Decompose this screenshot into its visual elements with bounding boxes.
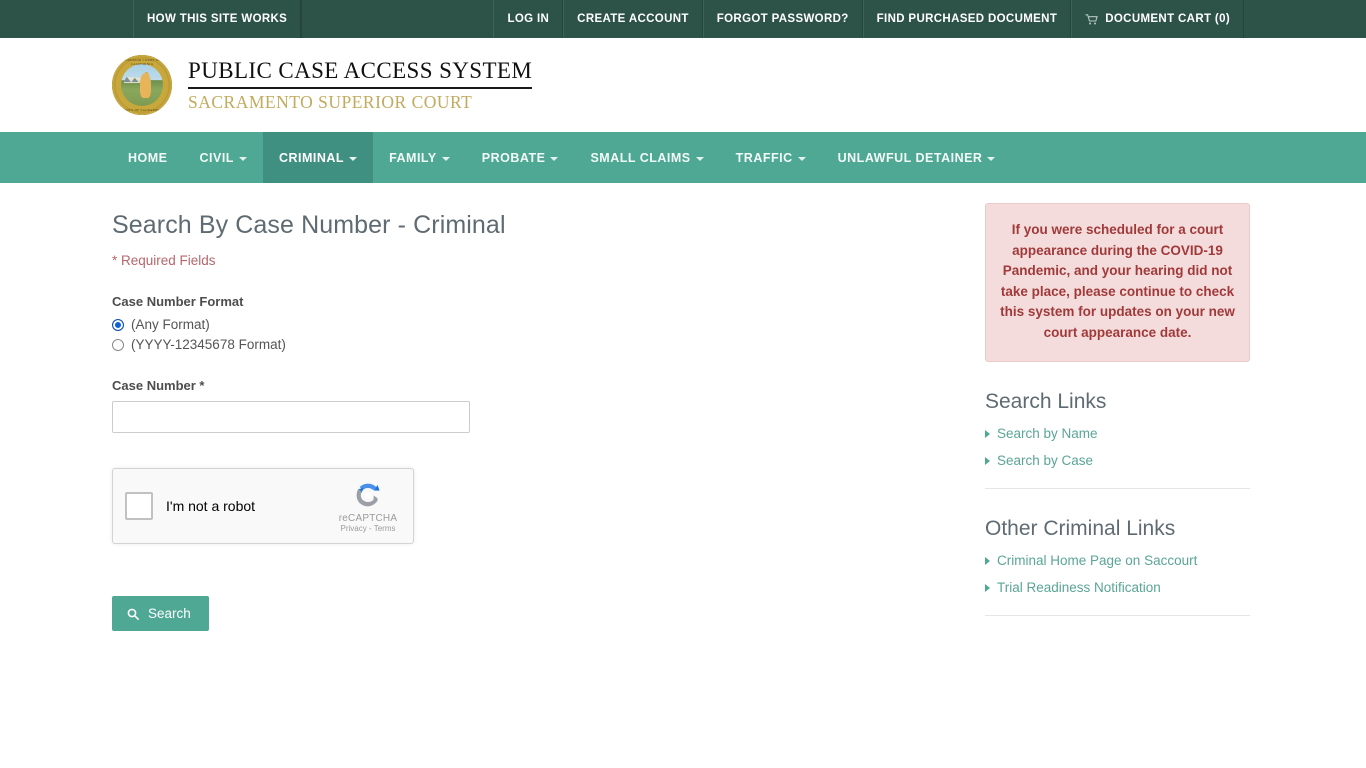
sidebar-link-label: Search by Case <box>997 453 1094 469</box>
sidebar: If you were scheduled for a court appear… <box>985 203 1250 631</box>
radio-any-format-input[interactable] <box>112 318 124 331</box>
topbar-link-label: LOG IN <box>507 13 550 25</box>
chevron-down-icon <box>797 156 806 161</box>
radio-yyyy-format-label: (YYYY-12345678 Format) <box>131 337 286 352</box>
case-number-label: Case Number * <box>112 378 205 393</box>
recaptcha-terms-line: Privacy - Terms <box>329 523 407 534</box>
cart-icon <box>1085 13 1099 25</box>
chevron-down-icon <box>441 156 450 161</box>
chevron-down-icon <box>550 156 559 161</box>
topbar-link-label: DOCUMENT CART (0) <box>1105 13 1230 25</box>
nav-item-traffic[interactable]: TRAFFIC <box>720 132 822 183</box>
topbar-link-label: CREATE ACCOUNT <box>577 13 689 25</box>
sidebar-section-title-search-links: Search Links <box>985 390 1107 414</box>
radio-any-format-label: (Any Format) <box>131 317 210 332</box>
sidebar-link-trial-readiness-notification[interactable]: Trial Readiness Notification <box>985 580 1250 595</box>
site-title-block: PUBLIC CASE ACCESS SYSTEM SACRAMENTO SUP… <box>188 58 533 112</box>
topbar-link-label: FORGOT PASSWORD? <box>716 13 849 25</box>
topbar-link-forgot-password[interactable]: FORGOT PASSWORD? <box>702 0 863 38</box>
sidebar-divider <box>985 488 1250 490</box>
nav-item-label: HOME <box>128 150 168 165</box>
triangle-bullet-icon <box>985 583 990 592</box>
recaptcha-branding: reCAPTCHA Privacy - Terms <box>329 479 407 534</box>
nav-item-home[interactable]: HOME <box>112 132 184 183</box>
topbar-link-document-cart[interactable]: DOCUMENT CART (0) <box>1071 0 1244 38</box>
nav-item-label: TRAFFIC <box>735 150 793 165</box>
nav-item-small-claims[interactable]: SMALL CLAIMS <box>574 132 719 183</box>
topbar-left-group: HOW THIS SITE WORKS <box>0 0 302 38</box>
chevron-down-icon <box>238 156 247 161</box>
topbar-link-find-purchased-document[interactable]: FIND PURCHASED DOCUMENT <box>862 0 1072 38</box>
chevron-down-icon <box>695 156 704 161</box>
seal-bottom-text: COUNTY OF SACRAMENTO <box>118 108 166 112</box>
topbar-link-label: FIND PURCHASED DOCUMENT <box>876 13 1058 25</box>
recaptcha-separator: - <box>368 523 372 533</box>
radio-option-any-format[interactable]: (Any Format) <box>112 317 872 332</box>
search-button-label: Search <box>148 606 191 621</box>
triangle-bullet-icon <box>985 456 990 465</box>
nav-item-civil[interactable]: CIVIL <box>184 132 263 183</box>
recaptcha-widget[interactable]: I'm not a robot reCAPTCHA Privacy - Term <box>112 468 414 544</box>
nav-item-criminal[interactable]: CRIMINAL <box>262 132 374 183</box>
sidebar-link-criminal-home-page[interactable]: Criminal Home Page on Saccourt <box>985 553 1250 568</box>
search-button[interactable]: Search <box>112 596 209 631</box>
sidebar-link-label: Criminal Home Page on Saccourt <box>997 553 1198 569</box>
recaptcha-privacy-link[interactable]: Privacy <box>341 524 367 533</box>
main-navigation: HOME CIVIL CRIMINAL FAMILY PROBATE SMALL… <box>0 132 1366 183</box>
top-utility-bar: HOW THIS SITE WORKS LOG IN CREATE ACCOUN… <box>0 0 1366 38</box>
sidebar-section-title-other-criminal-links: Other Criminal Links <box>985 517 1176 541</box>
triangle-bullet-icon <box>985 556 990 565</box>
branding-header: SUPERIOR COURT OF CALIFORNIA COUNTY OF S… <box>0 38 1366 132</box>
court-seal-icon: SUPERIOR COURT OF CALIFORNIA COUNTY OF S… <box>112 55 172 115</box>
topbar-spacer <box>301 0 493 38</box>
nav-item-family[interactable]: FAMILY <box>373 132 466 183</box>
covid-alert-box: If you were scheduled for a court appear… <box>985 203 1250 363</box>
page-body: Search By Case Number - Criminal * Requi… <box>0 183 1366 631</box>
nav-item-label: CIVIL <box>199 150 234 165</box>
radio-option-yyyy-format[interactable]: (YYYY-12345678 Format) <box>112 337 872 352</box>
topbar-link-log-in[interactable]: LOG IN <box>493 0 564 38</box>
sidebar-divider <box>985 615 1250 617</box>
triangle-bullet-icon <box>985 429 990 438</box>
nav-item-unlawful-detainer[interactable]: UNLAWFUL DETAINER <box>822 132 1012 183</box>
case-number-format-label: Case Number Format <box>112 294 244 309</box>
nav-item-label: SMALL CLAIMS <box>590 150 691 165</box>
topbar-link-label: HOW THIS SITE WORKS <box>147 13 288 25</box>
nav-item-label: CRIMINAL <box>278 150 345 165</box>
recaptcha-terms-link[interactable]: Terms <box>374 524 396 533</box>
page-title: Search By Case Number - Criminal <box>112 211 506 239</box>
topbar-link-create-account[interactable]: CREATE ACCOUNT <box>563 0 703 38</box>
recaptcha-brand-name: reCAPTCHA <box>338 512 398 524</box>
radio-yyyy-format-input[interactable] <box>112 338 124 351</box>
nav-item-label: FAMILY <box>389 150 437 165</box>
main-content: Search By Case Number - Criminal * Requi… <box>112 203 872 631</box>
sidebar-link-label: Search by Name <box>997 426 1098 442</box>
site-subtitle: SACRAMENTO SUPERIOR COURT <box>188 91 473 112</box>
nav-item-label: UNLAWFUL DETAINER <box>837 150 983 165</box>
recaptcha-label: I'm not a robot <box>166 498 256 514</box>
sidebar-link-label: Trial Readiness Notification <box>997 580 1161 596</box>
magnifier-icon <box>127 608 139 620</box>
topbar-link-how-this-site-works[interactable]: HOW THIS SITE WORKS <box>133 0 302 38</box>
case-number-input[interactable] <box>112 401 470 433</box>
nav-item-probate[interactable]: PROBATE <box>466 132 575 183</box>
sidebar-link-search-by-case[interactable]: Search by Case <box>985 453 1250 468</box>
recaptcha-logo-icon <box>356 483 380 506</box>
sidebar-link-search-by-name[interactable]: Search by Name <box>985 426 1250 441</box>
chevron-down-icon <box>349 156 358 161</box>
seal-top-text: SUPERIOR COURT OF CALIFORNIA <box>123 58 161 66</box>
required-fields-note: * Required Fields <box>112 253 216 268</box>
nav-item-label: PROBATE <box>481 150 546 165</box>
site-title: PUBLIC CASE ACCESS SYSTEM <box>188 58 533 89</box>
recaptcha-checkbox[interactable] <box>125 492 153 520</box>
chevron-down-icon <box>987 156 996 161</box>
